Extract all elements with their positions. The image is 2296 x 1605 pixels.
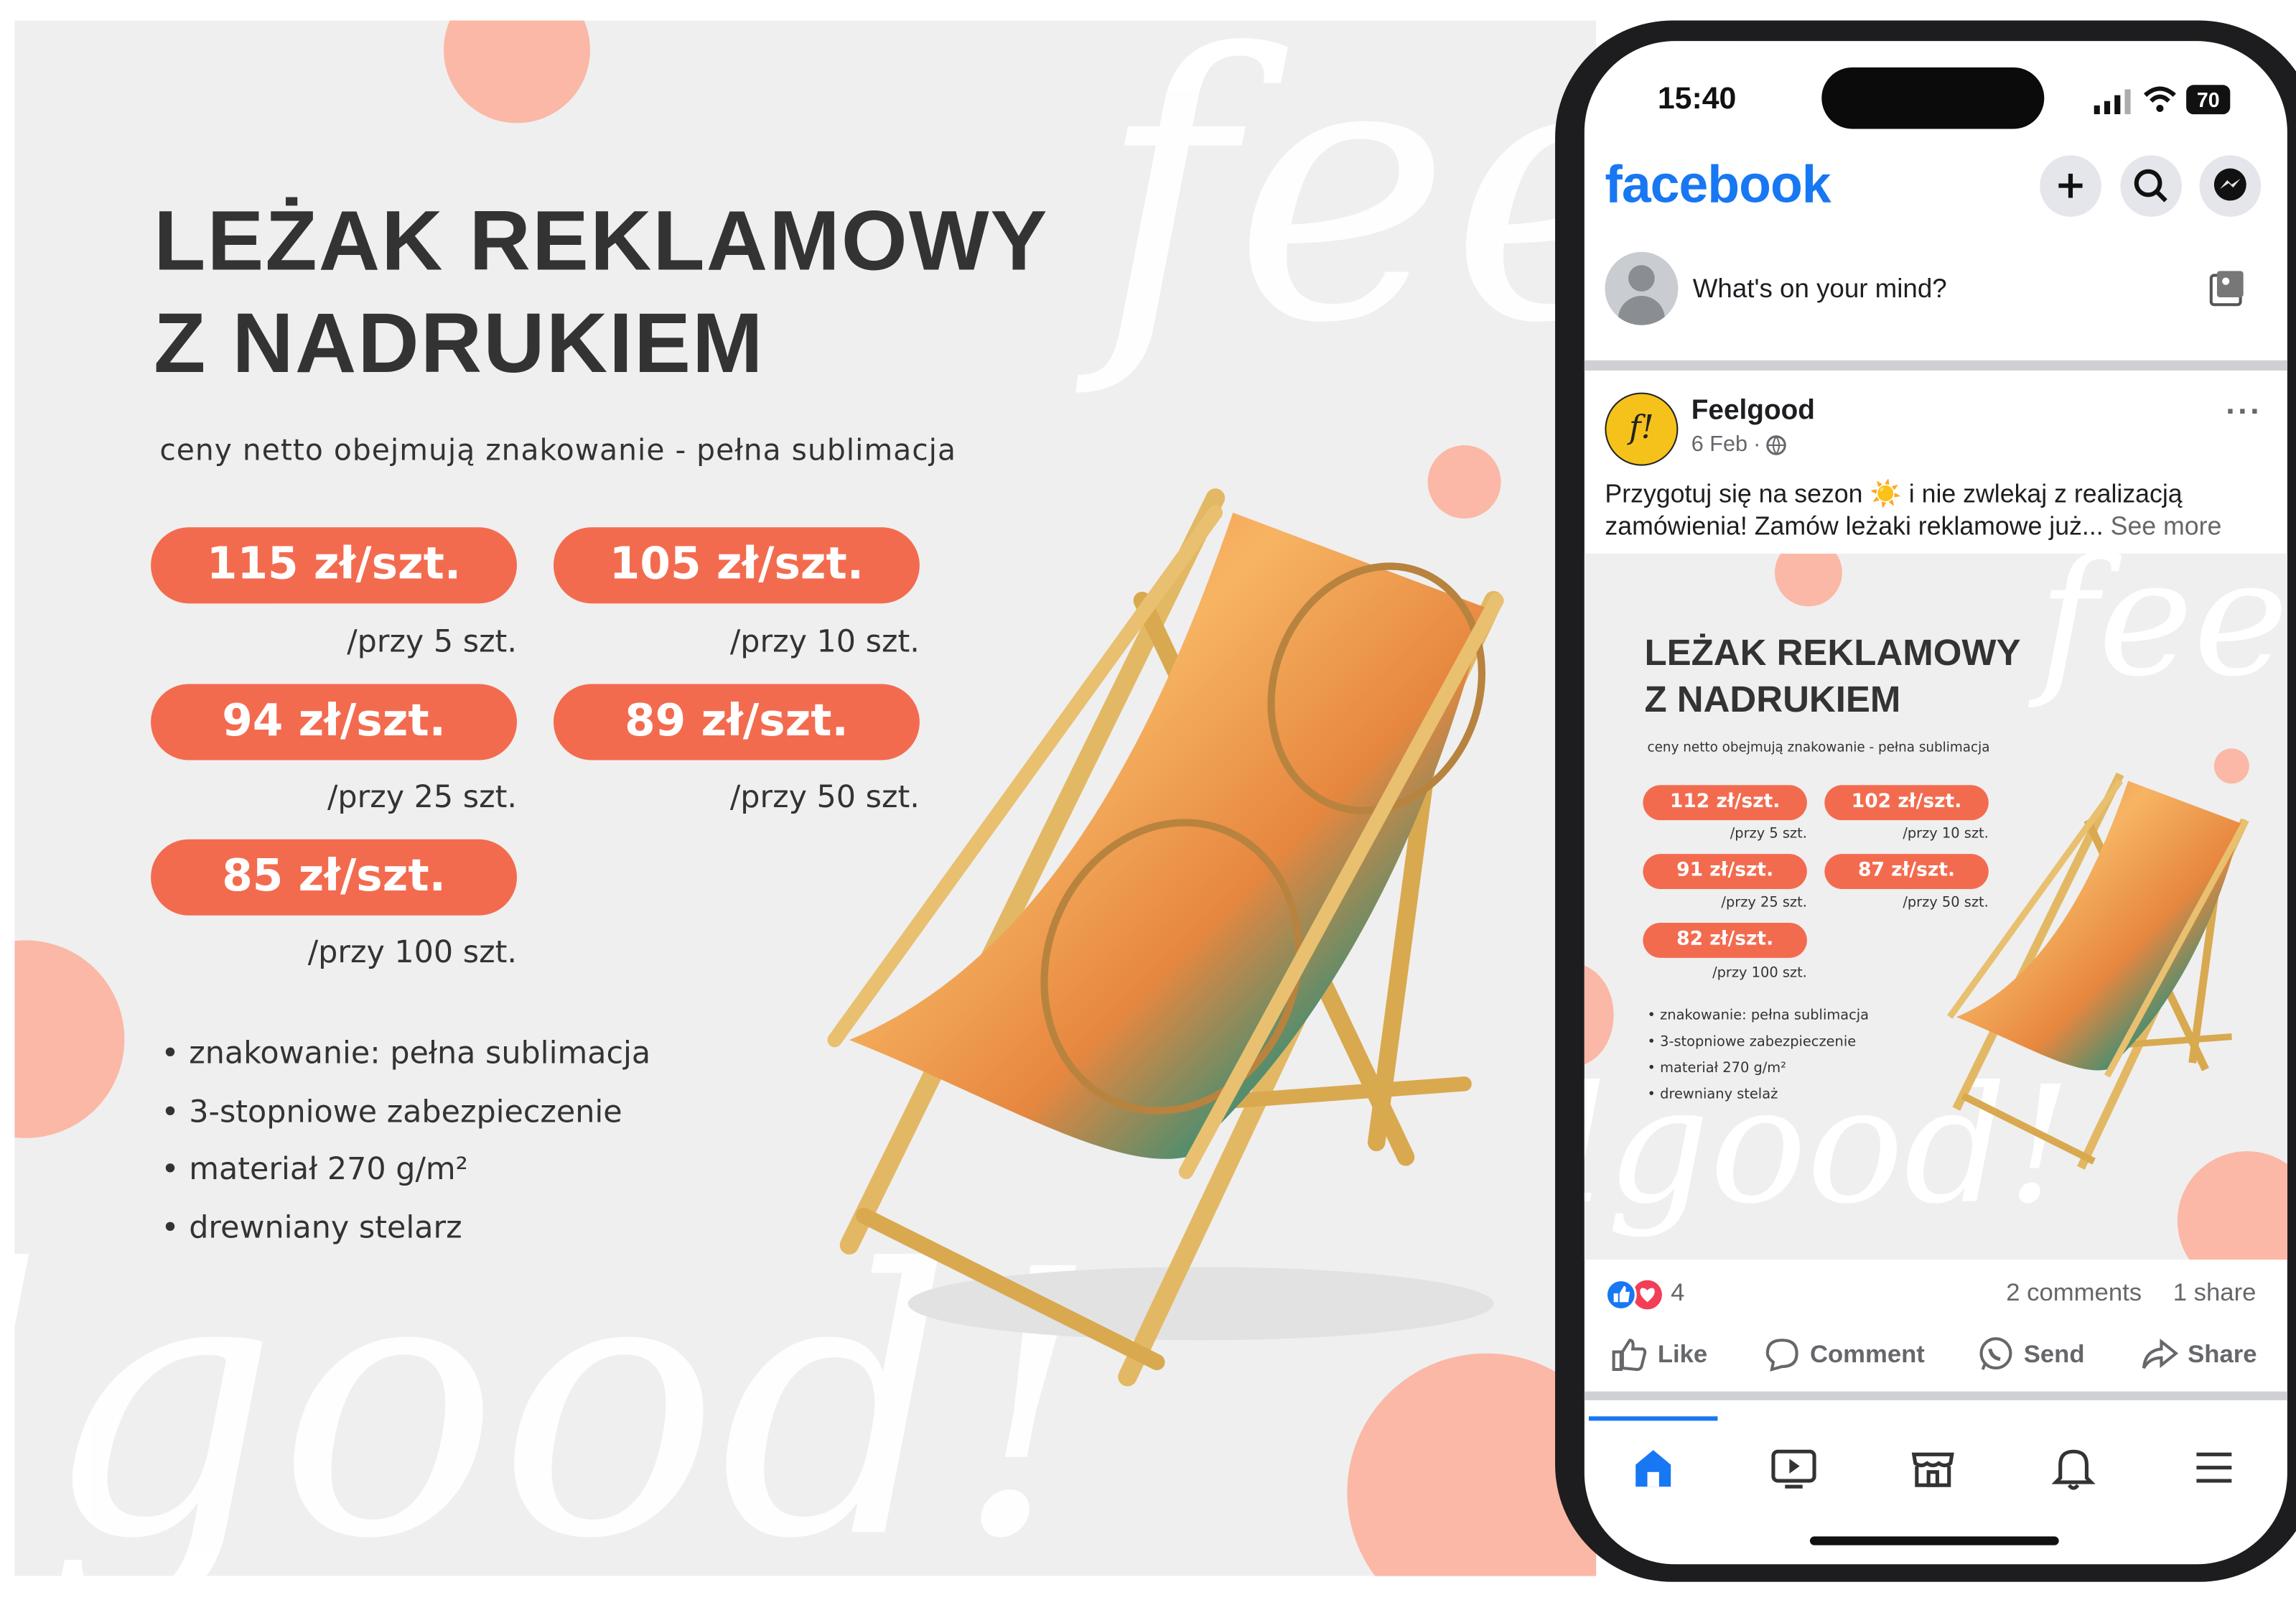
feed-divider bbox=[1584, 360, 2287, 371]
send-button[interactable]: Send bbox=[1977, 1336, 2084, 1374]
reactions-icon[interactable] bbox=[1605, 1279, 1666, 1311]
post-date[interactable]: 6 Feb bbox=[1691, 432, 1747, 457]
post-text-line1: Przygotuj się na sezon ☀️ i nie zwlekaj … bbox=[1605, 478, 2183, 508]
feature-item: znakowanie: pełna sublimacja bbox=[161, 1025, 650, 1084]
home-icon[interactable] bbox=[1627, 1441, 1679, 1494]
home-indicator bbox=[1809, 1536, 2059, 1545]
mini-deck-chair-image bbox=[1946, 772, 2249, 1170]
mini-headline-line1: LEŻAK REKLAMOWY bbox=[1644, 633, 2021, 674]
comment-button[interactable]: Comment bbox=[1763, 1336, 1925, 1374]
post-author[interactable]: Feelgood bbox=[1691, 396, 1815, 428]
post-meta: 6 Feb · bbox=[1691, 432, 1787, 457]
user-avatar[interactable] bbox=[1605, 251, 1679, 325]
mini-feature-text: drewniany stelaż bbox=[1660, 1087, 1778, 1103]
mini-headline-line2: Z NADRUKIEM bbox=[1644, 679, 1901, 721]
decor-circle bbox=[1774, 553, 1842, 607]
price-qty: /przy 5 szt. bbox=[347, 623, 517, 659]
comment-icon bbox=[1765, 1339, 1798, 1372]
decor-circle bbox=[1584, 964, 1614, 1066]
script-word-feel: feel bbox=[1098, 20, 1596, 403]
mini-price-pill: 112 zł/szt. bbox=[1643, 785, 1807, 821]
ad-headline: LEŻAK REKLAMOWY Z NADRUKIEM bbox=[154, 190, 1048, 396]
like-label: Like bbox=[1657, 1340, 1708, 1368]
search-button[interactable] bbox=[2120, 155, 2183, 217]
mini-price-qty: /przy 5 szt. bbox=[1730, 826, 1807, 842]
mini-feature-item: • 3-stopniowe zabezpieczenie bbox=[1647, 1033, 1857, 1051]
post-image[interactable]: feel lgood! LEŻAK REKLAMOWY Z NADRUKIEM … bbox=[1584, 553, 2287, 1260]
globe-icon bbox=[1767, 434, 1787, 455]
price-pill: 85 zł/szt. bbox=[151, 839, 517, 916]
battery-icon: 70 bbox=[2186, 85, 2231, 115]
mini-price-pill: 91 zł/szt. bbox=[1643, 854, 1807, 890]
mini-subtitle: ceny netto obejmują znakowanie - pełna s… bbox=[1647, 741, 1990, 756]
feature-list: znakowanie: pełna sublimacja 3-stopniowe… bbox=[161, 1025, 650, 1257]
mini-feature-text: materiał 270 g/m² bbox=[1660, 1060, 1786, 1077]
post-text: Przygotuj się na sezon ☀️ i nie zwlekaj … bbox=[1605, 478, 2278, 542]
comment-label: Comment bbox=[1809, 1340, 1925, 1368]
notifications-icon[interactable] bbox=[2047, 1441, 2099, 1494]
ad-subtitle: ceny netto obejmują znakowanie - pełna s… bbox=[159, 432, 957, 467]
mini-feature-list: • znakowanie: pełna sublimacja • 3-stopn… bbox=[1648, 1003, 1869, 1109]
photo-icon[interactable] bbox=[2208, 269, 2246, 307]
signal-icon bbox=[2094, 89, 2131, 115]
composer-input[interactable]: What's on your mind? bbox=[1693, 274, 1947, 304]
price-pill: 115 zł/szt. bbox=[151, 527, 517, 604]
like-button[interactable]: Like bbox=[1611, 1336, 1708, 1374]
script-word-feel: feel bbox=[2038, 553, 2287, 712]
mini-feature-text: znakowanie: pełna sublimacja bbox=[1660, 1008, 1870, 1024]
mini-headline: LEŻAK REKLAMOWY Z NADRUKIEM bbox=[1644, 630, 2020, 724]
see-more-link[interactable]: See more bbox=[2111, 511, 2222, 541]
price-pill: 94 zł/szt. bbox=[151, 684, 517, 760]
decor-circle bbox=[443, 20, 590, 124]
mini-price-qty: /przy 25 szt. bbox=[1721, 895, 1807, 911]
feature-item: 3-stopniowe zabezpieczenie bbox=[161, 1083, 650, 1141]
price-qty: /przy 100 szt. bbox=[307, 934, 517, 970]
dynamic-island bbox=[1821, 67, 2045, 129]
marketplace-icon[interactable] bbox=[1907, 1441, 1959, 1494]
shares-count[interactable]: 1 share bbox=[2173, 1279, 2257, 1308]
mini-feature-text: 3-stopniowe zabezpieczenie bbox=[1660, 1033, 1857, 1051]
create-button[interactable]: + bbox=[2040, 155, 2101, 217]
mini-price-qty: /przy 100 szt. bbox=[1712, 965, 1807, 982]
post-text-line2: zamówienia! Zamów leżaki reklamowe już..… bbox=[1605, 511, 2104, 541]
menu-icon[interactable] bbox=[2188, 1441, 2240, 1494]
comments-count[interactable]: 2 comments bbox=[2006, 1279, 2142, 1308]
share-label: Share bbox=[2188, 1340, 2257, 1368]
feature-item: materiał 270 g/m² bbox=[161, 1141, 650, 1199]
page-avatar[interactable]: f! bbox=[1605, 392, 1679, 466]
mini-feature-item: • drewniany stelaż bbox=[1647, 1087, 1778, 1103]
feature-item: drewniany stelarz bbox=[161, 1199, 650, 1257]
decor-circle bbox=[14, 940, 125, 1138]
mini-price-pill: 82 zł/szt. bbox=[1643, 922, 1807, 958]
reactions-count[interactable]: 4 bbox=[1671, 1279, 1684, 1308]
like-icon bbox=[1612, 1339, 1647, 1372]
messenger-button[interactable] bbox=[2199, 155, 2262, 217]
ad-headline-line1: LEŻAK REKLAMOWY bbox=[154, 193, 1049, 289]
post-more-icon[interactable]: ··· bbox=[2226, 393, 2262, 431]
share-button[interactable]: Share bbox=[2141, 1336, 2257, 1374]
status-time: 15:40 bbox=[1657, 82, 1737, 116]
feed-divider bbox=[1584, 1391, 2287, 1400]
search-icon bbox=[2134, 169, 2167, 203]
meta-dot: · bbox=[1753, 432, 1761, 457]
mini-feature-item: • materiał 270 g/m² bbox=[1647, 1060, 1786, 1077]
messenger-icon bbox=[2213, 168, 2246, 201]
deck-chair-image bbox=[827, 488, 1504, 1387]
video-icon[interactable] bbox=[1768, 1441, 1820, 1494]
mini-feature-item: • znakowanie: pełna sublimacja bbox=[1647, 1008, 1870, 1024]
price-qty: /przy 25 szt. bbox=[327, 779, 517, 815]
send-label: Send bbox=[2023, 1340, 2085, 1368]
share-icon bbox=[2142, 1339, 2179, 1369]
whatsapp-icon bbox=[1979, 1337, 2012, 1370]
facebook-logo[interactable]: facebook bbox=[1605, 154, 1831, 215]
wifi-icon bbox=[2143, 86, 2176, 113]
active-tab-indicator bbox=[1588, 1416, 1718, 1421]
ad-headline-line2: Z NADRUKIEM bbox=[154, 295, 765, 391]
